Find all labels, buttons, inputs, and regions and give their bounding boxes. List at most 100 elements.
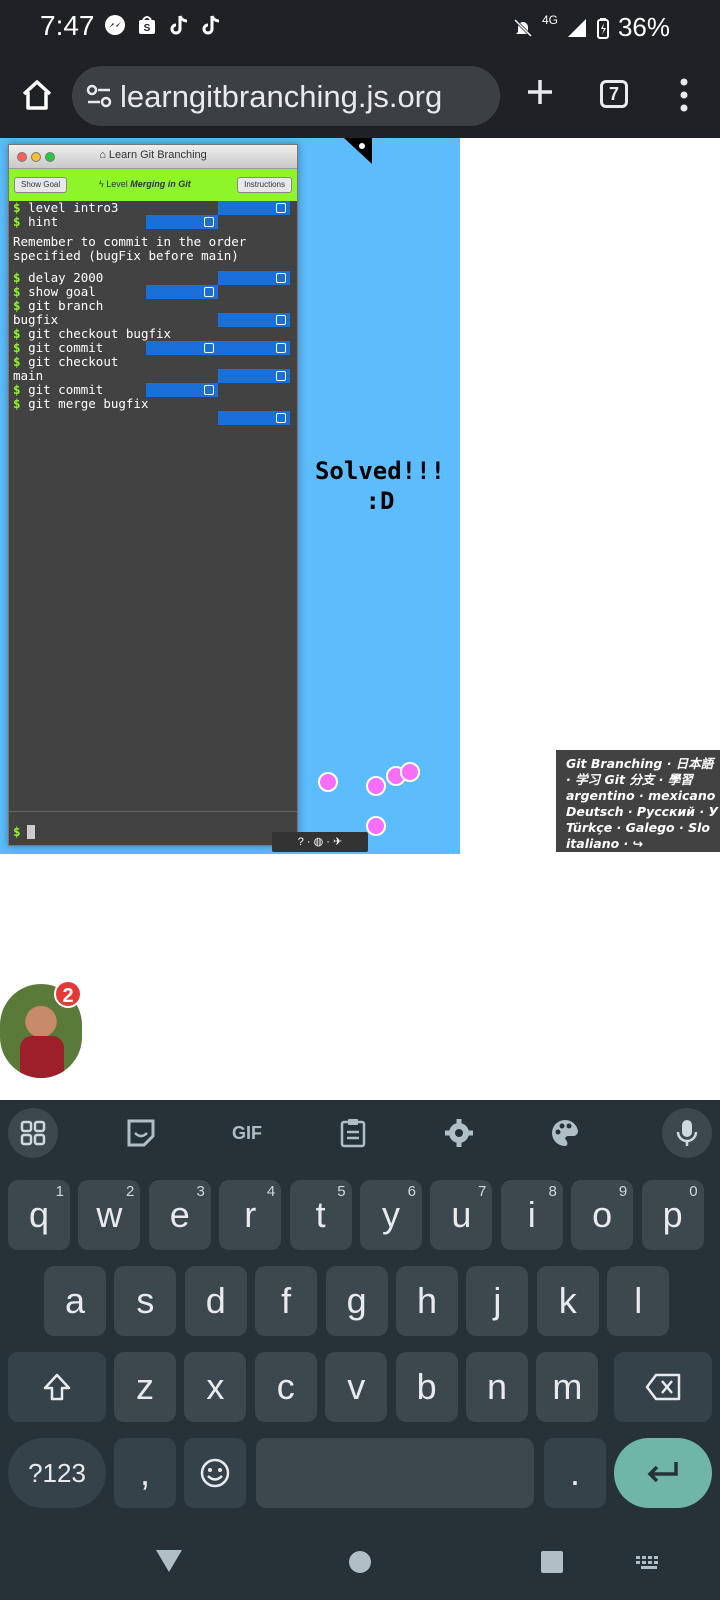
done-checkbox [146, 341, 218, 355]
commit-node[interactable] [366, 816, 386, 836]
key-s[interactable]: s [114, 1266, 177, 1336]
key-number-hint: 2 [126, 1183, 135, 1200]
command-input[interactable]: $ [9, 811, 297, 845]
back-nav-icon[interactable] [154, 1548, 184, 1574]
key-label: o [592, 1194, 613, 1235]
gif-button[interactable]: GIF [222, 1108, 272, 1158]
key-t[interactable]: t5 [289, 1180, 352, 1250]
comma-key[interactable]: , [114, 1438, 176, 1508]
instructions-button[interactable]: Instructions [237, 177, 292, 193]
language-selector[interactable]: Git Branching · 日本語 · 学习 Git 分支 · 學習 arg… [556, 750, 720, 852]
done-checkbox [218, 313, 290, 327]
key-label: t [315, 1194, 326, 1235]
key-b[interactable]: b [395, 1352, 458, 1422]
command-history: $ level intro3 $ hint Remember to commit… [13, 201, 295, 425]
navigation-bar [0, 1526, 720, 1600]
language-line[interactable]: Deutsch · Русский · У [566, 804, 720, 820]
key-number-hint: 3 [196, 1183, 205, 1200]
commit-node[interactable] [366, 776, 386, 796]
help-bar[interactable]: ? · ◍ · ✈ [272, 832, 368, 852]
terminal-title-text: Learn Git Branching [108, 149, 207, 161]
key-q[interactable]: q1 [8, 1180, 70, 1250]
key-v[interactable]: v [325, 1352, 388, 1422]
home-icon[interactable] [20, 78, 54, 112]
language-line[interactable]: · 学习 Git 分支 · 學習 [566, 772, 720, 788]
language-line[interactable]: Türkçe · Galego · Slo [566, 820, 720, 836]
commit-node[interactable] [400, 762, 420, 782]
new-tab-icon[interactable] [524, 76, 556, 108]
keyboard-switch-icon[interactable] [636, 1556, 662, 1570]
check-icon [204, 385, 214, 395]
home-nav-icon[interactable] [348, 1550, 372, 1574]
key-n[interactable]: n [466, 1352, 528, 1422]
done-checkbox [218, 369, 290, 383]
key-w[interactable]: w2 [78, 1180, 141, 1250]
svg-text:S: S [144, 23, 151, 34]
key-h[interactable]: h [396, 1266, 458, 1336]
sticker-icon[interactable] [116, 1108, 166, 1158]
url-bar[interactable]: learngitbranching.js.org [72, 66, 500, 126]
key-d[interactable]: d [184, 1266, 247, 1336]
palette-icon[interactable] [540, 1108, 590, 1158]
key-k[interactable]: k [536, 1266, 599, 1336]
key-number-hint: 0 [689, 1183, 698, 1200]
solved-line-2: :D [365, 487, 395, 515]
key-f[interactable]: f [255, 1266, 318, 1336]
command-continuation: bugfix [13, 313, 295, 327]
overflow-menu-icon[interactable] [680, 78, 688, 112]
site-settings-icon[interactable] [86, 84, 112, 108]
key-label: p [662, 1194, 683, 1235]
key-label: u [451, 1194, 472, 1235]
command-continuation: main [13, 369, 295, 383]
key-r[interactable]: r4 [219, 1180, 282, 1250]
done-checkbox [146, 285, 218, 299]
battery-percent: 36% [617, 12, 670, 42]
corner-flag-icon[interactable] [344, 138, 372, 164]
key-z[interactable]: z [114, 1352, 176, 1422]
backspace-key[interactable] [614, 1352, 712, 1422]
shift-key[interactable] [8, 1352, 106, 1422]
tab-switcher-button[interactable]: 7 [600, 80, 628, 108]
key-o[interactable]: o9 [571, 1180, 634, 1250]
language-line[interactable]: argentino · mexicano [566, 788, 720, 804]
space-key[interactable] [256, 1438, 534, 1508]
symbols-key[interactable]: ?123 [8, 1438, 106, 1508]
done-checkbox [146, 215, 218, 229]
key-a[interactable]: a [44, 1266, 106, 1336]
input-prompt: $ [13, 824, 21, 839]
language-line[interactable]: italiano · ↪ [566, 836, 720, 852]
command-result [13, 411, 295, 425]
key-g[interactable]: g [325, 1266, 388, 1336]
mic-icon[interactable] [662, 1108, 712, 1158]
key-y[interactable]: y6 [360, 1180, 422, 1250]
commit-node[interactable] [318, 772, 338, 792]
key-number-hint: 4 [266, 1183, 276, 1200]
key-c[interactable]: c [254, 1352, 317, 1422]
key-label: y [382, 1194, 400, 1235]
emoji-key[interactable] [184, 1438, 246, 1508]
show-goal-button[interactable]: Show Goal [14, 177, 68, 193]
key-u[interactable]: u7 [430, 1180, 493, 1250]
recents-nav-icon[interactable] [540, 1550, 564, 1574]
command-line: $ level intro3 [13, 201, 295, 215]
key-l[interactable]: l [607, 1266, 670, 1336]
key-number-hint: 9 [618, 1183, 628, 1200]
clipboard-icon[interactable] [328, 1108, 378, 1158]
url-text[interactable]: learngitbranching.js.org [120, 79, 442, 115]
check-icon [276, 343, 286, 353]
done-checkbox [146, 383, 218, 397]
key-i[interactable]: i8 [500, 1180, 563, 1250]
enter-key[interactable] [614, 1438, 712, 1508]
key-e[interactable]: e3 [148, 1180, 211, 1250]
key-x[interactable]: x [184, 1352, 247, 1422]
key-j[interactable]: j [466, 1266, 529, 1336]
period-key[interactable]: . [544, 1438, 606, 1508]
key-m[interactable]: m [536, 1352, 599, 1422]
language-line[interactable]: Git Branching · 日本語 [566, 756, 720, 772]
apps-icon[interactable] [8, 1108, 58, 1158]
shop-icon: S [139, 16, 155, 34]
check-icon [276, 413, 286, 423]
key-p[interactable]: p0 [641, 1180, 704, 1250]
key-label: r [244, 1194, 257, 1235]
settings-icon[interactable] [434, 1108, 484, 1158]
